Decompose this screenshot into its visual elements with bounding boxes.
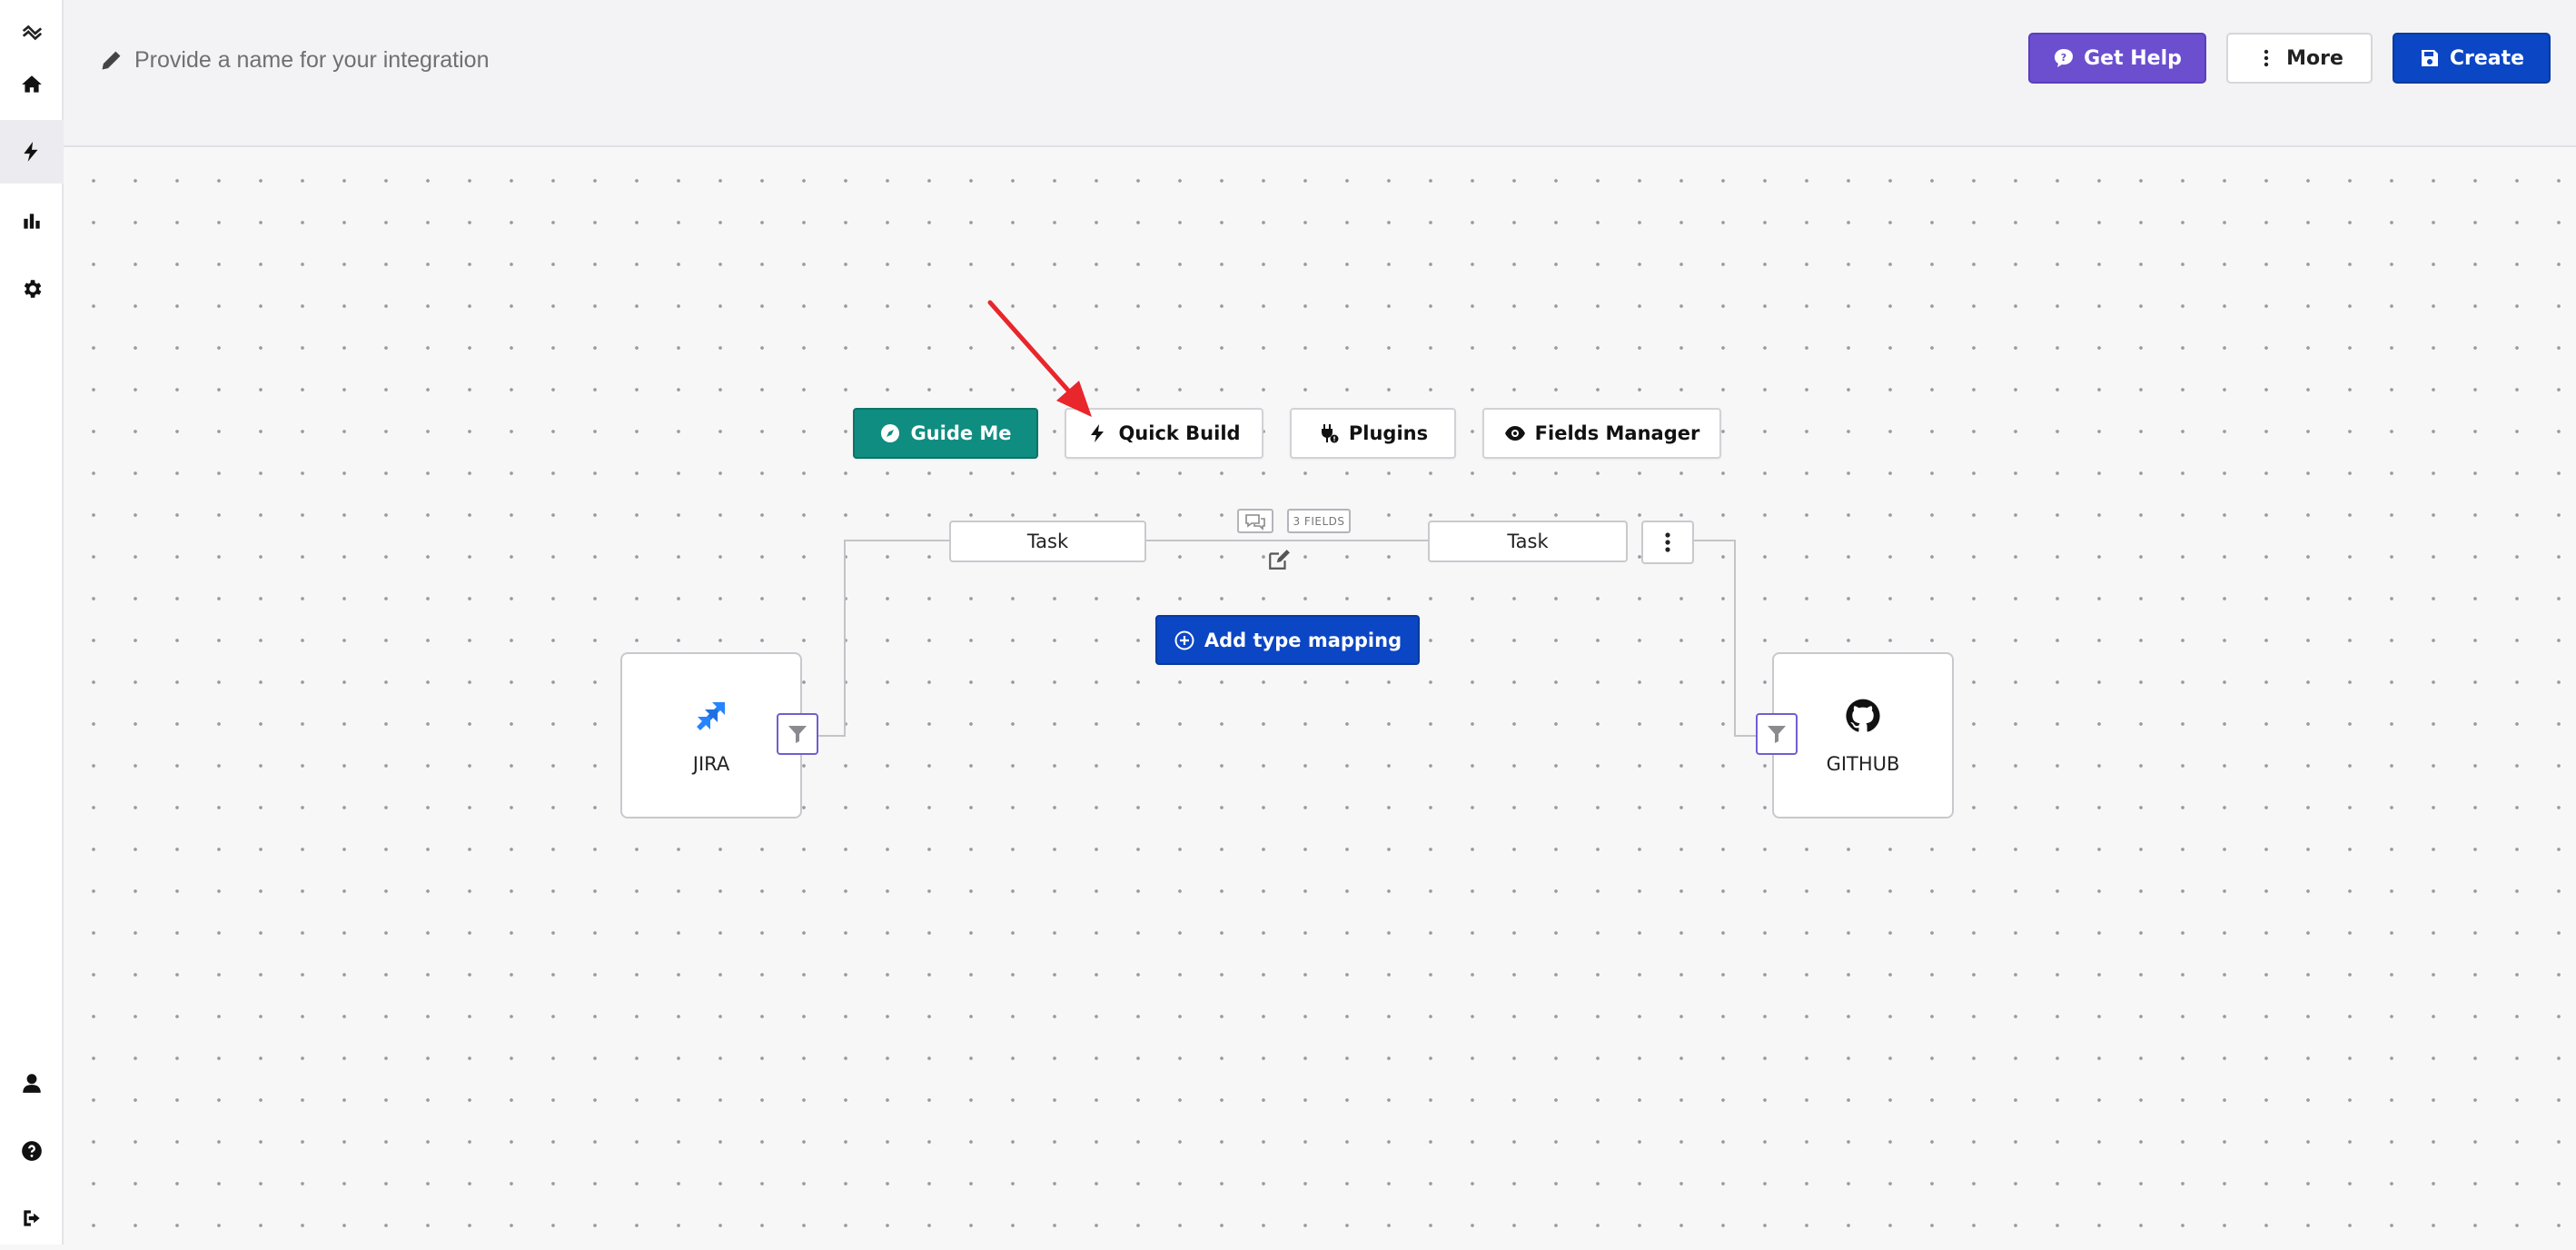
add-type-mapping-button[interactable]: Add type mapping — [1155, 615, 1420, 665]
left-type-label: Task — [1026, 531, 1069, 552]
right-type-box[interactable]: Task — [1428, 521, 1628, 562]
fields-count-badge[interactable]: 3 FIELDS — [1287, 509, 1351, 533]
add-type-mapping-label: Add type mapping — [1204, 629, 1402, 651]
mapping-options-button[interactable] — [1641, 521, 1694, 564]
gear-icon[interactable] — [0, 257, 64, 321]
more-button[interactable]: More — [2226, 33, 2373, 84]
eye-icon — [1504, 426, 1525, 441]
github-node[interactable]: GITHUB — [1772, 652, 1954, 818]
github-label: GITHUB — [1826, 752, 1900, 775]
save-icon — [2421, 50, 2438, 66]
filter-icon — [788, 726, 807, 743]
left-type-box[interactable]: Task — [949, 521, 1146, 562]
logout-icon[interactable] — [0, 1186, 64, 1250]
more-label: More — [2286, 46, 2343, 70]
jira-icon — [697, 701, 725, 730]
comment-icon[interactable] — [1237, 509, 1273, 533]
help-chat-icon: ? — [2055, 49, 2074, 67]
sidebar — [0, 0, 64, 1245]
plus-circle-icon — [1174, 630, 1194, 650]
guide-me-label: Guide Me — [910, 422, 1012, 444]
question-icon[interactable] — [0, 1119, 64, 1183]
github-icon — [1846, 699, 1880, 732]
pencil-icon — [102, 51, 121, 70]
get-help-label: Get Help — [2084, 46, 2182, 70]
jira-label: JIRA — [692, 752, 730, 775]
integration-name-field[interactable] — [100, 40, 917, 80]
fields-count-label: 3 FIELDS — [1293, 514, 1345, 528]
quick-build-button[interactable]: Quick Build — [1065, 408, 1263, 459]
plugins-label: Plugins — [1348, 422, 1429, 444]
get-help-button[interactable]: ? Get Help — [2028, 33, 2206, 84]
svg-text:?: ? — [2061, 52, 2066, 64]
home-icon[interactable] — [0, 53, 64, 116]
filter-icon — [1768, 726, 1786, 743]
right-type-label: Task — [1507, 531, 1549, 552]
user-icon[interactable] — [0, 1051, 64, 1115]
jira-filter-button[interactable] — [777, 713, 818, 755]
compass-icon — [881, 424, 900, 442]
edit-icon[interactable] — [1267, 548, 1291, 571]
create-label: Create — [2449, 46, 2525, 70]
bolt-icon[interactable] — [0, 120, 64, 184]
fields-manager-label: Fields Manager — [1534, 422, 1700, 444]
guide-me-button[interactable]: Guide Me — [853, 408, 1038, 459]
plugins-button[interactable]: Plugins — [1290, 408, 1456, 459]
header: ? Get Help More Create — [64, 0, 2576, 147]
chart-icon[interactable] — [0, 189, 64, 253]
plug-icon — [1321, 424, 1339, 443]
kebab-icon — [1665, 532, 1670, 552]
integration-canvas[interactable] — [64, 147, 2576, 1245]
bolt-icon — [1091, 424, 1105, 442]
integration-name-input[interactable] — [133, 45, 881, 74]
fields-manager-button[interactable]: Fields Manager — [1482, 408, 1721, 459]
kebab-icon — [2264, 49, 2269, 67]
quick-build-label: Quick Build — [1118, 422, 1241, 444]
create-button[interactable]: Create — [2393, 33, 2551, 84]
github-filter-button[interactable] — [1756, 713, 1798, 755]
jira-node[interactable]: JIRA — [620, 652, 802, 818]
